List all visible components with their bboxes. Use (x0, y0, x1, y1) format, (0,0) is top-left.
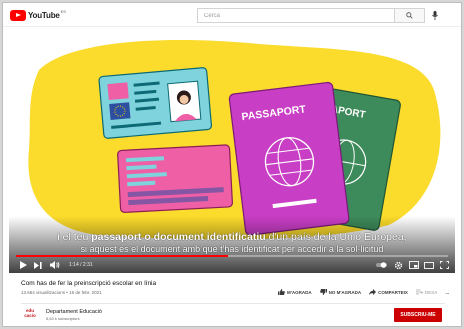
skip-next-icon (34, 261, 42, 269)
search-button[interactable] (394, 9, 424, 22)
volume-icon (50, 261, 60, 269)
player-controls: 1:14 / 2:31 (9, 254, 455, 273)
next-button[interactable] (33, 260, 43, 270)
dislike-label: NO M'AGRADA (328, 289, 362, 295)
like-button[interactable]: M'AGRADA (278, 289, 312, 295)
save-to-playlist-icon (415, 289, 423, 295)
caption-line-1-bold: passaport o document identificatiu (91, 231, 266, 243)
thumbs-up-icon (278, 289, 285, 295)
miniplayer-button[interactable] (408, 260, 420, 270)
closed-captions: i el teu passaport o document identifica… (9, 231, 455, 255)
time-display: 1:14 / 2:31 (69, 262, 93, 268)
autoplay-toggle-icon (375, 262, 387, 268)
share-button[interactable]: COMPARTEIX (369, 289, 408, 295)
browser-frame: YouTube ES Cerca SSAPORT PASSAPORT i el … (2, 2, 462, 327)
theater-mode-button[interactable] (423, 260, 435, 270)
gear-icon (394, 261, 402, 269)
search-input[interactable] (198, 9, 394, 22)
settings-button[interactable] (392, 260, 404, 270)
share-label: COMPARTEIX (378, 289, 408, 295)
volume-button[interactable] (49, 260, 61, 270)
save-button[interactable]: DESA (415, 289, 438, 295)
voice-search-button[interactable] (428, 8, 442, 22)
more-icon: ... (445, 289, 450, 295)
id-card-top (98, 67, 213, 139)
fullscreen-button[interactable] (438, 260, 450, 270)
masthead: YouTube ES (3, 3, 461, 27)
microphone-icon (432, 10, 438, 20)
search-box (197, 8, 425, 23)
play-button[interactable] (18, 260, 28, 270)
theater-mode-icon (424, 261, 434, 269)
video-actions: M'AGRADA NO M'AGRADA COMPARTEIX DESA ... (278, 287, 457, 297)
like-label: M'AGRADA (287, 289, 312, 295)
channel-name[interactable]: Departament Educació (46, 309, 102, 315)
caption-line-1-start: i el teu (57, 231, 92, 243)
share-icon (369, 289, 377, 295)
video-meta: 13.664 visualitzacions • 16 de febr. 202… (21, 290, 102, 295)
play-icon (19, 261, 27, 269)
logo-text: YouTube (28, 10, 60, 20)
id-card-bottom (117, 144, 233, 213)
channel-avatar[interactable]: edu cacio (21, 308, 39, 322)
divider (21, 303, 445, 304)
dislike-button[interactable]: NO M'AGRADA (319, 289, 362, 295)
youtube-play-icon (10, 9, 26, 21)
passport-front: PASSAPORT (228, 81, 350, 236)
save-label: DESA (424, 289, 438, 295)
youtube-logo[interactable]: YouTube ES (10, 9, 66, 21)
caption-line-1-end: d'un país de la Unió Europea, (265, 231, 407, 243)
progress-bar[interactable] (16, 255, 448, 257)
search-icon (406, 12, 413, 19)
fullscreen-icon (439, 261, 449, 269)
video-title: Com has de fer la preinscripció escolar … (21, 280, 157, 287)
autoplay-toggle[interactable] (375, 260, 387, 270)
caption-line-1: i el teu passaport o document identifica… (9, 231, 455, 243)
thumbs-down-icon (319, 289, 327, 295)
video-player[interactable]: SSAPORT PASSAPORT i el teu passaport o d… (9, 30, 455, 273)
channel-avatar-line-2: cacio (24, 313, 36, 318)
miniplayer-icon (409, 261, 419, 269)
logo-country-code: ES (60, 9, 66, 14)
more-actions-button[interactable]: ... (445, 290, 449, 295)
subscriber-count: 5,63 k subscriptors (46, 316, 80, 321)
subscribe-button[interactable]: SUBSCRIU-ME (394, 308, 442, 322)
progress-played (16, 255, 228, 257)
